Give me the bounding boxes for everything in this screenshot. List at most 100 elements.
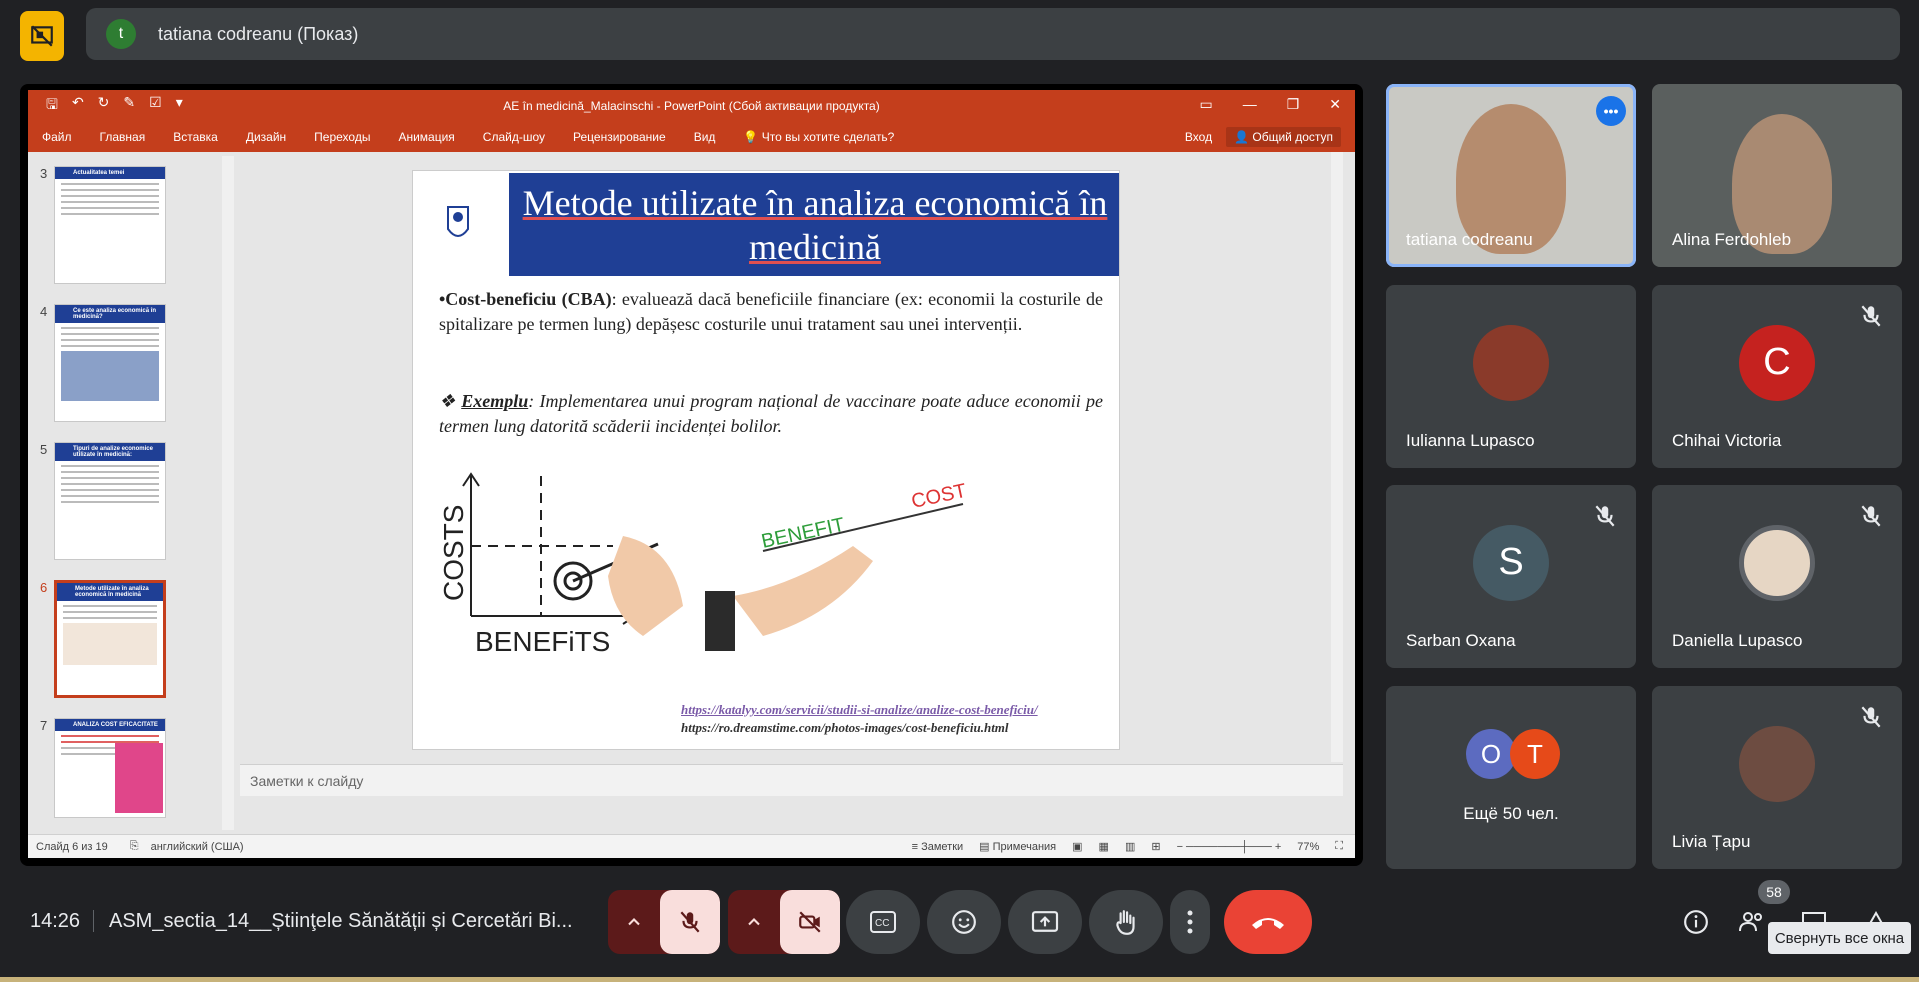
tab-insert[interactable]: Вставка <box>173 130 218 144</box>
tab-transitions[interactable]: Переходы <box>314 130 370 144</box>
zoom-slider[interactable]: − ───────┼─── + <box>1177 841 1282 853</box>
slide-scrollbar[interactable] <box>1331 152 1343 762</box>
tab-slideshow[interactable]: Слайд-шоу <box>483 130 545 144</box>
meeting-info-button[interactable] <box>1672 890 1720 954</box>
thumb-number: 3 <box>40 166 48 181</box>
slideshow-view-icon[interactable]: ⊞ <box>1151 840 1160 853</box>
thumb-number: 4 <box>40 304 48 319</box>
mic-off-icon <box>1861 505 1881 527</box>
presenter-avatar: t <box>106 19 136 49</box>
participant-tile[interactable]: S Sarban Oxana <box>1386 485 1636 668</box>
avatar: T <box>1510 729 1560 779</box>
tab-home[interactable]: Главная <box>100 130 146 144</box>
meeting-title: ASM_sectia_14__Știinţele Sănătății și Ce… <box>109 910 573 932</box>
captions-button[interactable]: CC <box>846 890 920 954</box>
participant-tile[interactable]: ••• tatiana codreanu <box>1386 84 1636 267</box>
participant-name: Iulianna Lupasco <box>1406 431 1535 450</box>
video-options-button[interactable] <box>728 890 780 954</box>
mic-control <box>608 890 720 954</box>
comments-toggle[interactable]: ▤ Примечания <box>979 840 1056 853</box>
example-label: Exemplu <box>461 391 529 411</box>
separator <box>93 910 94 932</box>
close-icon[interactable]: ✕ <box>1329 96 1341 113</box>
participant-name: tatiana codreanu <box>1406 230 1533 249</box>
minimize-icon[interactable]: — <box>1243 96 1257 113</box>
camera-toggle-button[interactable] <box>780 890 840 954</box>
reactions-button[interactable] <box>927 890 1001 954</box>
slide-thumbnail-active[interactable]: Metode utilizate în analiza economică în… <box>54 580 166 698</box>
source-link[interactable]: https://ro.dreamstime.com/photos-images/… <box>681 719 1038 737</box>
participant-tile[interactable]: Alina Ferdohleb <box>1652 84 1902 267</box>
chevron-up-icon <box>748 918 760 926</box>
slide-example: ❖ Exemplu: Implementarea unui program na… <box>439 391 1103 436</box>
maximize-icon[interactable]: ❐ <box>1287 96 1300 113</box>
slide-thumbnail[interactable]: ANALIZA COST EFICACITATE <box>54 718 166 818</box>
presentation-off-icon[interactable] <box>20 11 64 61</box>
slide-sources: https://katalyy.com/servicii/studii-si-a… <box>681 701 1038 737</box>
avatar <box>1739 725 1815 802</box>
ribbon-display-icon[interactable]: ▭ <box>1199 96 1212 113</box>
tab-view[interactable]: Вид <box>694 130 716 144</box>
end-call-button[interactable] <box>1224 890 1312 954</box>
tab-design[interactable]: Дизайн <box>246 130 286 144</box>
participant-tile[interactable]: Livia Țapu <box>1652 686 1902 869</box>
mic-off-icon <box>1861 305 1881 327</box>
participant-tile[interactable]: C Chihai Victoria <box>1652 285 1902 468</box>
presenter-name: tatiana codreanu (Показ) <box>158 23 359 44</box>
mic-toggle-button[interactable] <box>660 890 720 954</box>
more-options-button[interactable] <box>1170 890 1210 954</box>
avatar: S <box>1473 524 1549 601</box>
audio-options-button[interactable] <box>608 890 660 954</box>
ribbon: Файл Главная Вставка Дизайн Переходы Ани… <box>28 122 1355 152</box>
scale-cost-label: COST <box>909 480 968 513</box>
current-slide[interactable]: Metode utilizate în analiza economică în… <box>412 170 1120 750</box>
source-link[interactable]: https://katalyy.com/servicii/studii-si-a… <box>681 701 1038 719</box>
spellcheck-icon[interactable]: ⎘ <box>130 840 139 853</box>
comments-toggle-label: Примечания <box>992 841 1057 853</box>
slide-title: Metode utilizate în analiza economică în… <box>509 173 1119 276</box>
lightbulb-icon: 💡 <box>743 130 759 144</box>
slide-thumbnail[interactable]: Tipuri de analize economice utilizate în… <box>54 442 166 560</box>
tab-review[interactable]: Рецензирование <box>573 130 666 144</box>
normal-view-icon[interactable]: ▣ <box>1072 840 1082 853</box>
presenter-bar: t tatiana codreanu (Показ) <box>86 8 1900 60</box>
more-participants-label: Ещё 50 чел. <box>1463 804 1559 823</box>
window-title: AE în medicină_Malacinschi - PowerPoint … <box>503 99 880 113</box>
sorter-view-icon[interactable]: ▦ <box>1099 840 1109 853</box>
slide-thumbnails: 3 Actualitatea temei 4 Ce este analiza e… <box>28 152 236 834</box>
fit-slide-icon[interactable]: ⛶ <box>1335 840 1343 853</box>
language-status[interactable]: английский (США) <box>151 841 244 853</box>
notes-toggle[interactable]: ≡ Заметки <box>912 841 964 853</box>
svg-text:CC: CC <box>875 918 889 929</box>
mic-off-icon <box>1595 505 1615 527</box>
info-icon <box>1684 910 1708 934</box>
thumbnails-scrollbar[interactable] <box>222 156 234 830</box>
university-crest-icon <box>447 206 469 237</box>
participant-name: Sarban Oxana <box>1406 631 1516 650</box>
sign-in-link[interactable]: Вход <box>1185 130 1212 144</box>
notes-pane[interactable]: Заметки к слайду <box>240 764 1343 796</box>
participant-tile[interactable]: Daniella Lupasco <box>1652 485 1902 668</box>
tell-me-search[interactable]: 💡 Что вы хотите сделать? <box>743 130 894 144</box>
avatar <box>1473 324 1549 401</box>
thumb-number: 6 <box>40 580 48 595</box>
slide-thumbnail[interactable]: Ce este analiza economică în medicină? <box>54 304 166 422</box>
slide-thumbnail[interactable]: Actualitatea temei <box>54 166 166 284</box>
participant-tile[interactable]: Iulianna Lupasco <box>1386 285 1636 468</box>
thumbnail-title: Ce este analiza economică în medicină? <box>55 305 165 323</box>
more-participants-tile[interactable]: O T Ещё 50 чел. <box>1386 686 1636 869</box>
ppt-title-bar: 🖫 ↶ ↻ ✎ ☑ ▾ AE în medicină_Malacinschi -… <box>28 90 1355 122</box>
more-options-icon[interactable]: ••• <box>1596 96 1626 126</box>
graph-y-label: COSTS <box>438 505 469 601</box>
reading-view-icon[interactable]: ▥ <box>1125 840 1135 853</box>
tab-file[interactable]: Файл <box>42 130 72 144</box>
example-text: : Implementarea unui program național de… <box>439 391 1103 436</box>
mic-off-icon <box>1861 706 1881 728</box>
zoom-level[interactable]: 77% <box>1297 841 1319 853</box>
hang-up-icon <box>1252 918 1284 929</box>
thumbnail-title: Metode utilizate în analiza economică în… <box>57 583 163 601</box>
tab-animations[interactable]: Анимация <box>398 130 454 144</box>
share-button[interactable]: 👤 Общий доступ <box>1226 127 1341 147</box>
present-button[interactable] <box>1008 890 1082 954</box>
raise-hand-button[interactable] <box>1089 890 1163 954</box>
